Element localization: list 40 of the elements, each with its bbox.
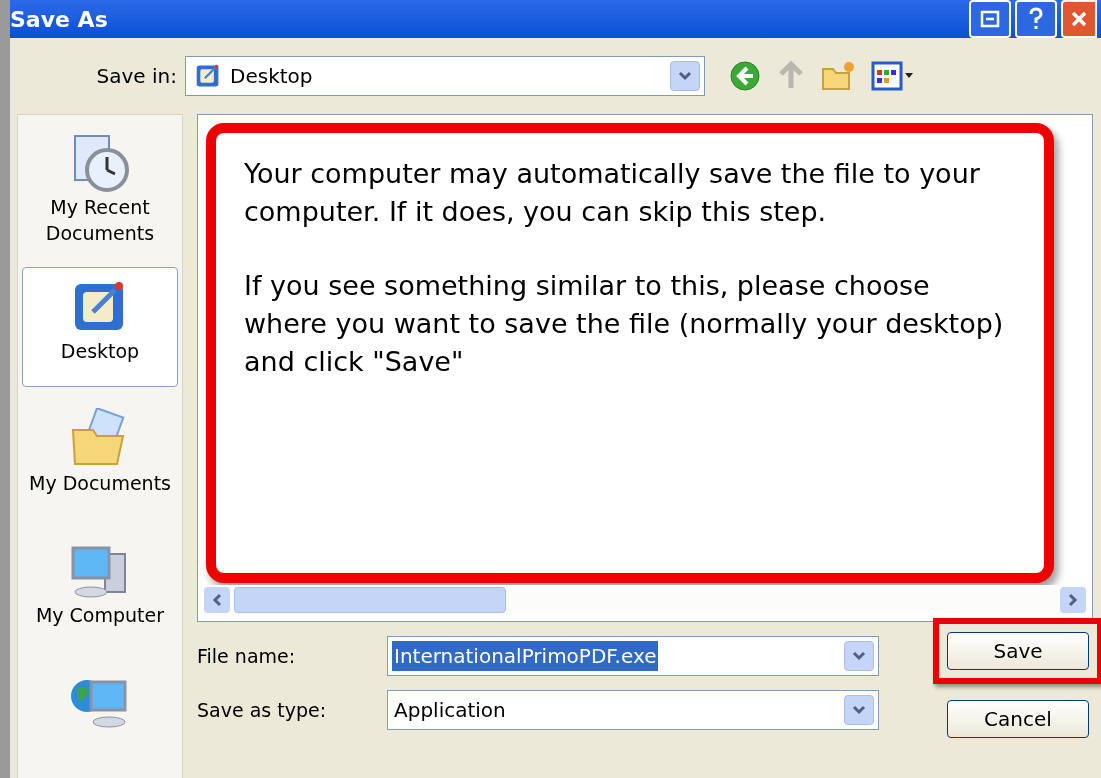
place-label: My Recent Documents bbox=[44, 195, 156, 246]
chevron-down-icon bbox=[852, 705, 866, 715]
close-icon bbox=[1070, 10, 1088, 28]
combo-field[interactable]: Application bbox=[387, 690, 879, 730]
field-label: File name: bbox=[197, 643, 297, 669]
close-button[interactable] bbox=[1061, 0, 1097, 38]
dropdown-arrow-button[interactable] bbox=[670, 61, 700, 91]
callout-text: Your computer may automatically save the file to your computer. If it does, you can skip this step. bbox=[244, 157, 981, 229]
chevron-down-icon bbox=[852, 651, 866, 661]
save-in-dropdown[interactable]: Desktop bbox=[185, 56, 705, 96]
save-in-label: Save in: bbox=[95, 63, 178, 90]
scroll-thumb[interactable] bbox=[234, 587, 506, 613]
minimize-button[interactable] bbox=[969, 0, 1011, 38]
place-item[interactable]: My Computer bbox=[22, 531, 178, 651]
scroll-right-button[interactable] bbox=[1060, 587, 1086, 613]
chevron-down-icon bbox=[678, 71, 692, 81]
dropdown-arrow-button[interactable] bbox=[844, 641, 874, 671]
place-item[interactable]: My Recent Documents bbox=[22, 123, 178, 255]
help-icon bbox=[1028, 7, 1044, 31]
restore-icon bbox=[980, 10, 1000, 28]
place-label: My Documents bbox=[29, 471, 171, 496]
chevron-right-icon bbox=[1068, 593, 1078, 607]
views-menu-icon[interactable] bbox=[871, 61, 915, 91]
callout-text: If you see something similar to this, please choose where you want to save the file (normally your desktop) and click "Save" bbox=[244, 269, 1005, 379]
place-label: Desktop bbox=[60, 339, 140, 364]
chevron-left-icon bbox=[212, 593, 222, 607]
field-value: InternationalPrimoPDF.exe bbox=[392, 641, 659, 671]
save-in-value: Desktop bbox=[230, 63, 314, 90]
place-item[interactable]: My Documents bbox=[22, 399, 178, 519]
dialog-button[interactable]: Save bbox=[947, 632, 1089, 670]
field-label: Save as type: bbox=[197, 697, 328, 723]
scroll-left-button[interactable] bbox=[204, 587, 230, 613]
window-title: Save As bbox=[10, 5, 109, 34]
dialog-button[interactable]: Cancel bbox=[947, 700, 1089, 738]
help-button[interactable] bbox=[1015, 0, 1057, 38]
place-item[interactable]: Desktop bbox=[22, 267, 178, 387]
place-label: My Computer bbox=[35, 603, 165, 628]
field-value: Application bbox=[393, 697, 507, 724]
combo-field[interactable]: InternationalPrimoPDF.exe bbox=[387, 636, 879, 676]
dropdown-arrow-button[interactable] bbox=[844, 695, 874, 725]
